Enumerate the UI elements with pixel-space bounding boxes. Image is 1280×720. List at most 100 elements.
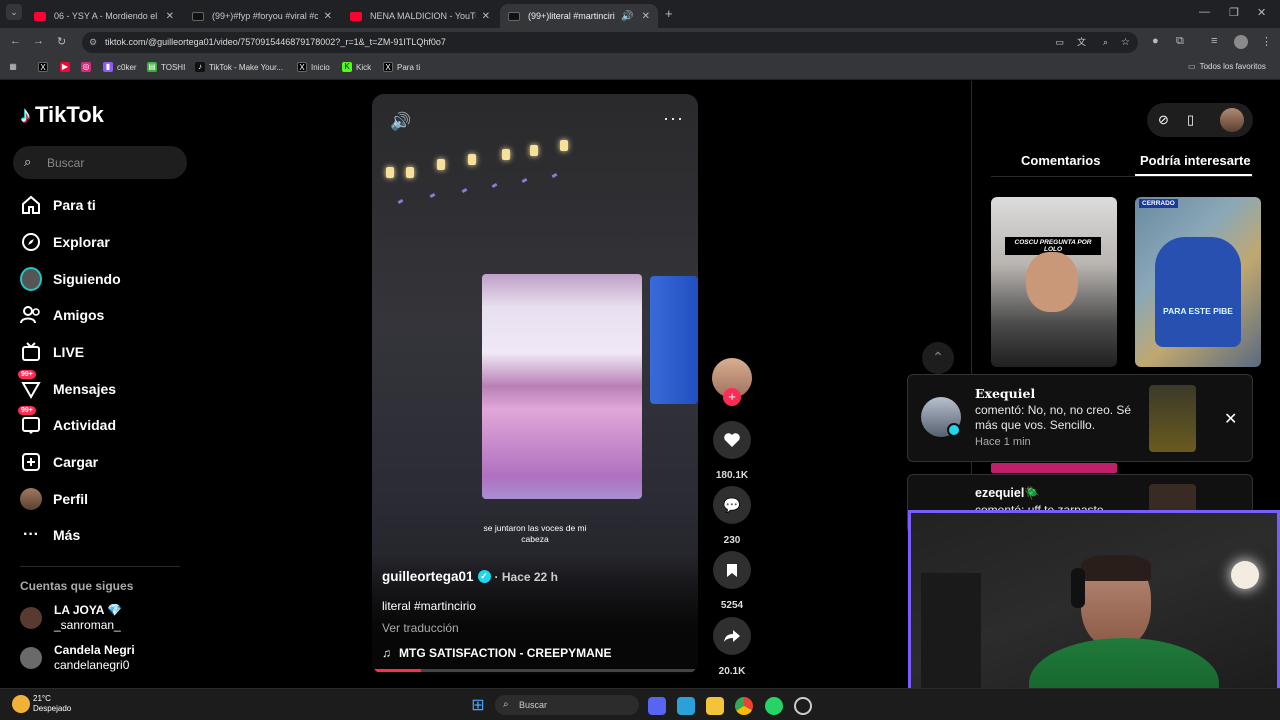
save-action[interactable]: 5254 [712,551,752,611]
tab-title: (99+)#fyp #foryou #viral #c0ke [212,11,318,21]
nav-cargar[interactable]: Cargar [20,451,98,473]
nav-live[interactable]: LIVE [20,341,84,363]
bookmark-tiktok[interactable]: ♪ TikTok - Make Your... [195,62,283,72]
translate-link[interactable]: Ver traducción [382,621,459,635]
comment-icon[interactable]: 💬 [713,486,751,524]
progress-track[interactable] [372,669,698,672]
recommended-video[interactable]: CERRADO PARA ESTE PIBE [1135,197,1261,367]
speaker-icon[interactable]: 🔊 [621,11,633,22]
forward-icon[interactable]: → [33,35,44,47]
video-description[interactable]: literal #martincirio [382,599,476,613]
nav-perfil[interactable]: Perfil [20,488,88,510]
tiktok-logo[interactable]: ♪ TikTok [20,102,104,128]
bookmark-kick[interactable]: K Kick [342,62,371,72]
site-info-icon[interactable]: ⚙ [89,32,97,53]
bookmark-toshi[interactable]: ▤ TOSHI [147,62,185,72]
music-row[interactable]: ♫ MTG SATISFACTION - CREEPYMANE [382,646,611,660]
share-icon[interactable] [713,617,751,655]
nav-mensajes[interactable]: 99+ Mensajes [18,370,116,400]
stage-beam [491,182,498,189]
heart-icon[interactable] [713,421,751,459]
apps-icon[interactable]: ▦ [8,62,18,72]
more-options-icon[interactable]: ··· [663,108,684,129]
close-icon[interactable]: ✕ [482,11,490,22]
instagram-bookmark-icon[interactable]: ◎ [81,62,91,72]
coins-icon[interactable]: ⊘ [1158,112,1169,128]
comment-action[interactable]: 💬 230 [712,486,752,546]
taskbar-search[interactable]: ⌕ Buscar [495,695,639,715]
new-tab-button[interactable]: + [665,6,673,21]
volume-icon[interactable]: 🔊 [390,112,411,132]
close-icon[interactable]: ✕ [324,11,332,22]
x-bookmark-icon[interactable]: X [38,62,48,72]
video-author-row[interactable]: guilleortega01 ✓ · Hace 22 h [382,569,558,584]
bookmark-c0ker[interactable]: ▮ c0ker [103,62,137,72]
cast-icon[interactable]: ▭ [1055,32,1064,53]
nav-siguiendo[interactable]: Siguiendo [20,267,121,291]
nav-para-ti[interactable]: Para ti [20,194,96,216]
all-bookmarks[interactable]: ▭ Todos los favoritos [1188,62,1266,71]
bookmark-icon[interactable] [713,551,751,589]
extensions-puzzle-icon[interactable]: ⧉ [1176,35,1184,48]
following-account[interactable]: Candela Negri candelanegri0 [20,643,135,673]
tab-comentarios[interactable]: Comentarios [1021,153,1100,168]
chrome-icon[interactable] [735,697,753,715]
windows-start-icon[interactable]: ⊞ [469,697,487,715]
like-action[interactable]: 180.1K [712,421,752,481]
zoom-icon[interactable]: ⌕ [1103,32,1108,53]
extension-icon[interactable]: ● [1152,35,1159,47]
activity-icon: 99+ [18,406,42,436]
tab-podria-interesarte[interactable]: Podría interesarte [1140,153,1251,168]
recommended-video[interactable]: COSCU PREGUNTA POR LOLO [991,197,1117,367]
share-action[interactable]: 20.1K [712,617,752,677]
close-icon[interactable]: ✕ [166,11,174,22]
weather-widget[interactable]: 21°C Despejado [33,694,71,714]
nav-mas[interactable]: ··· Más [20,524,80,546]
chevron-up-icon[interactable]: ⌃ [922,342,954,374]
browser-tab-3[interactable]: (99+)literal #martincirio | m 🔊 ✕ [500,4,658,28]
tiktok-icon [508,11,520,21]
device-icon[interactable]: ▯ [1187,112,1194,128]
media-controls-icon[interactable]: ≡ [1211,35,1217,47]
following-account[interactable]: LA JOYA 💎 _sanroman_ [20,603,122,633]
twitch-icon: ▮ [103,62,113,72]
comment-notification[interactable]: Exequiel comentó: No, no, no creo. Sé má… [907,374,1253,462]
close-icon[interactable]: ✕ [1224,409,1237,429]
translate-icon[interactable]: 文 [1077,32,1086,53]
search-input[interactable]: ⌕ Buscar [13,146,187,179]
discord-icon[interactable] [648,697,666,715]
nav-explorar[interactable]: Explorar [20,231,110,253]
back-icon[interactable]: ← [10,35,21,47]
close-window-button[interactable]: ✕ [1257,6,1266,19]
reload-icon[interactable]: ↻ [57,35,66,48]
tab-search-button[interactable]: ⌄ [6,4,22,20]
browser-tab-1[interactable]: (99+)#fyp #foryou #viral #c0ke ✕ [184,4,340,28]
youtube-bookmark-icon[interactable]: ▶ [60,62,70,72]
stage-light [406,167,414,178]
bookmark-para-ti[interactable]: X Para ti [383,62,420,72]
weather-icon[interactable] [12,695,30,713]
profile-avatar[interactable] [1234,35,1248,49]
user-avatar[interactable] [1220,108,1244,132]
browser-tab-2[interactable]: NENA MALDICION - YouTube ✕ [342,4,498,28]
follow-plus-icon[interactable]: + [723,388,741,406]
file-explorer-icon[interactable] [706,697,724,715]
minimize-button[interactable]: — [1199,6,1210,18]
notification-name: ezequiel🪲 [975,486,1040,500]
stage-screen [482,274,642,499]
settings-icon[interactable] [794,697,812,715]
browser-tab-0[interactable]: 06 - YSY A - Mordiendo el Boza ✕ [26,4,182,28]
nav-actividad[interactable]: 99+ Actividad [18,406,116,436]
whatsapp-icon[interactable] [765,697,783,715]
bookmark-label: Inicio [311,62,330,72]
bookmark-star-icon[interactable]: ☆ [1121,32,1130,53]
telegram-icon[interactable] [677,697,695,715]
bookmark-inicio[interactable]: X Inicio [297,62,330,72]
video-player[interactable]: 🔊 ··· se juntaron las voces de mi cabeza… [372,94,698,674]
nav-amigos[interactable]: Amigos [20,304,104,326]
close-icon[interactable]: ✕ [642,11,650,22]
author-name[interactable]: guilleortega01 [382,569,474,584]
restore-button[interactable]: ❐ [1229,6,1239,19]
menu-icon[interactable]: ⋮ [1261,35,1272,48]
address-bar[interactable]: ⚙ tiktok.com/@guilleortega01/video/75709… [82,32,1138,53]
